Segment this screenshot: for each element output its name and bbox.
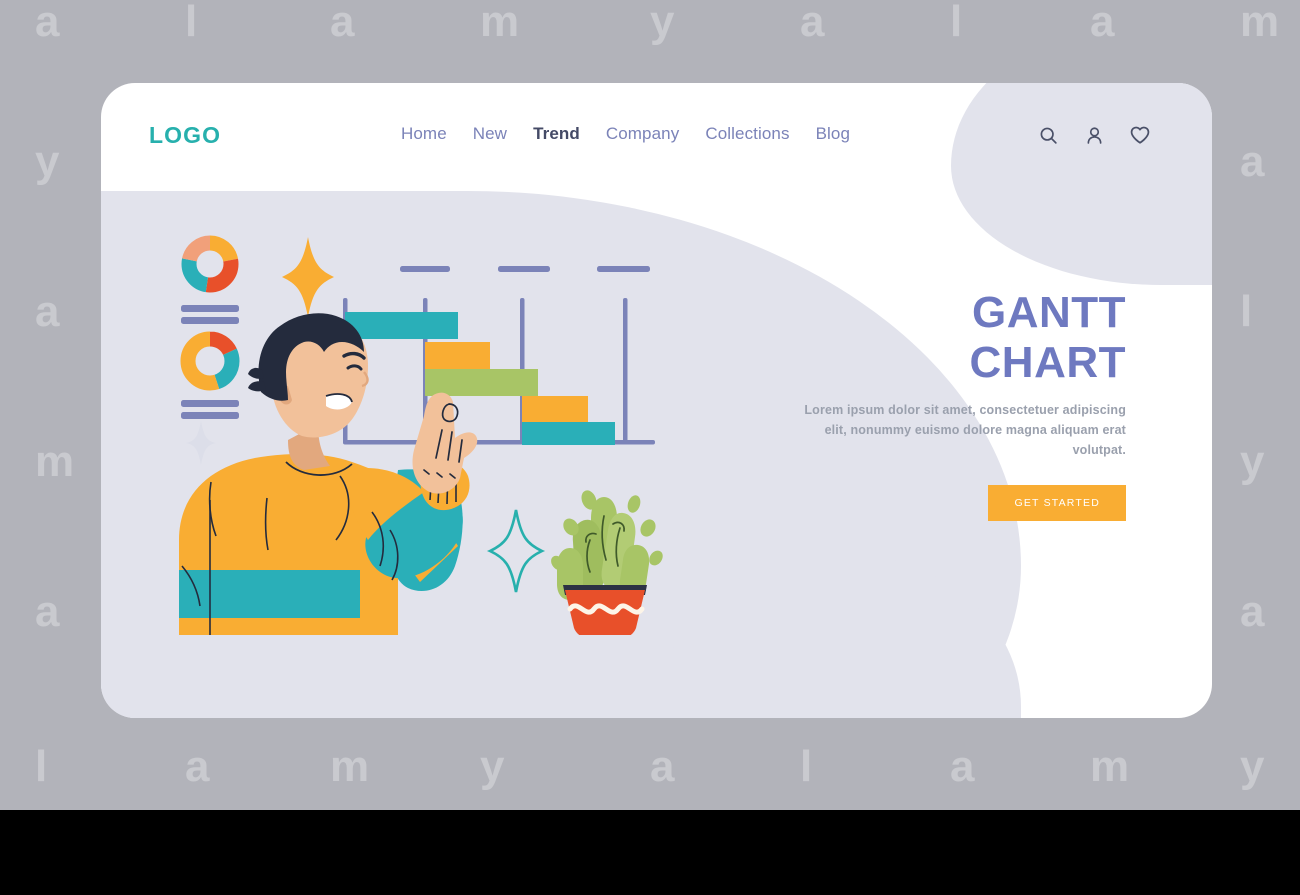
watermark-glyph: y	[480, 742, 505, 791]
site-header: LOGO Home New Trend Company Collections …	[101, 83, 1212, 198]
gantt-chart	[343, 266, 655, 445]
watermark-glyph: a	[800, 0, 825, 46]
legend-bar	[181, 412, 239, 419]
stage-background: a l a m y a l a m y a a l m y a a l a m …	[0, 0, 1300, 810]
potted-cactus	[551, 490, 663, 635]
watermark-glyph: l	[950, 0, 963, 46]
gantt-bar	[425, 342, 490, 369]
watermark-glyph: m	[1090, 742, 1130, 791]
watermark-glyph: m	[35, 437, 75, 486]
watermark-glyph: a	[35, 287, 60, 336]
watermark-glyph: m	[330, 742, 370, 791]
legend-bar	[181, 305, 239, 312]
watermark-glyph: m	[480, 0, 520, 46]
page-title: GANTT CHART	[796, 288, 1126, 388]
gantt-bar	[345, 312, 458, 339]
gantt-header-tick	[597, 266, 650, 272]
hero-body-text: Lorem ipsum dolor sit amet, consectetuer…	[804, 403, 1126, 457]
desk-line	[365, 637, 440, 641]
landing-page-card: LOGO Home New Trend Company Collections …	[101, 83, 1212, 718]
get-started-button[interactable]: GET STARTED	[988, 484, 1126, 521]
watermark-glyph: l	[35, 742, 48, 791]
nav-item-collections[interactable]: Collections	[705, 124, 789, 144]
stock-footer-bar: alamy Image ID: 2X9XR8X www.alamy.com	[0, 810, 1300, 895]
gantt-bar	[425, 369, 538, 396]
watermark-glyph: y	[1240, 742, 1265, 791]
gantt-header-tick	[498, 266, 550, 272]
desk-line	[176, 637, 352, 641]
nav-item-company[interactable]: Company	[606, 124, 679, 144]
gantt-header-tick	[400, 266, 450, 272]
nav-item-trend[interactable]: Trend	[533, 124, 580, 144]
watermark-glyph: y	[1240, 437, 1265, 486]
sparkle-star-teal	[486, 509, 546, 593]
sparkle-star-faint	[186, 421, 216, 465]
watermark-glyph: a	[1240, 587, 1265, 636]
watermark-glyph: a	[1090, 0, 1115, 46]
watermark-glyph: a	[35, 587, 60, 636]
hero-title-line2: CHART	[969, 338, 1126, 388]
watermark-glyph: a	[650, 742, 675, 791]
sparkle-star-yellow	[282, 237, 334, 317]
gantt-bar	[522, 396, 588, 423]
search-icon[interactable]	[1036, 123, 1060, 147]
watermark-glyph: a	[330, 0, 355, 46]
watermark-glyph: a	[1240, 137, 1265, 186]
header-actions	[1036, 123, 1152, 147]
main-navigation: Home New Trend Company Collections Blog	[401, 124, 850, 144]
legend-bar	[181, 400, 239, 407]
donut-chart-top	[181, 235, 239, 293]
watermark-glyph: a	[950, 742, 975, 791]
watermark-glyph: m	[1240, 0, 1280, 46]
heart-icon[interactable]	[1128, 123, 1152, 147]
watermark-glyph: y	[650, 0, 675, 46]
watermark-glyph: l	[1240, 287, 1253, 336]
watermark-glyph: l	[185, 0, 198, 46]
nav-item-new[interactable]: New	[473, 124, 507, 144]
watermark-glyph: a	[185, 742, 210, 791]
desk-line	[460, 637, 655, 641]
user-icon[interactable]	[1082, 123, 1106, 147]
leaf-accent	[649, 550, 663, 566]
watermark-glyph: y	[35, 137, 60, 186]
nav-item-blog[interactable]: Blog	[816, 124, 850, 144]
leaf-accent	[627, 495, 641, 513]
gantt-bar	[522, 422, 615, 445]
nav-item-home[interactable]: Home	[401, 124, 447, 144]
donut-chart-bottom	[180, 331, 240, 391]
hero-title-line1: GANTT	[971, 288, 1126, 337]
logo[interactable]: LOGO	[149, 122, 221, 149]
hero-text-block: GANTT CHART Lorem ipsum dolor sit amet, …	[796, 288, 1126, 521]
leaf-accent	[640, 519, 656, 537]
legend-bar	[181, 317, 239, 324]
gantt-gridline	[623, 298, 628, 444]
watermark-glyph: a	[35, 0, 60, 46]
watermark-glyph: l	[800, 742, 813, 791]
